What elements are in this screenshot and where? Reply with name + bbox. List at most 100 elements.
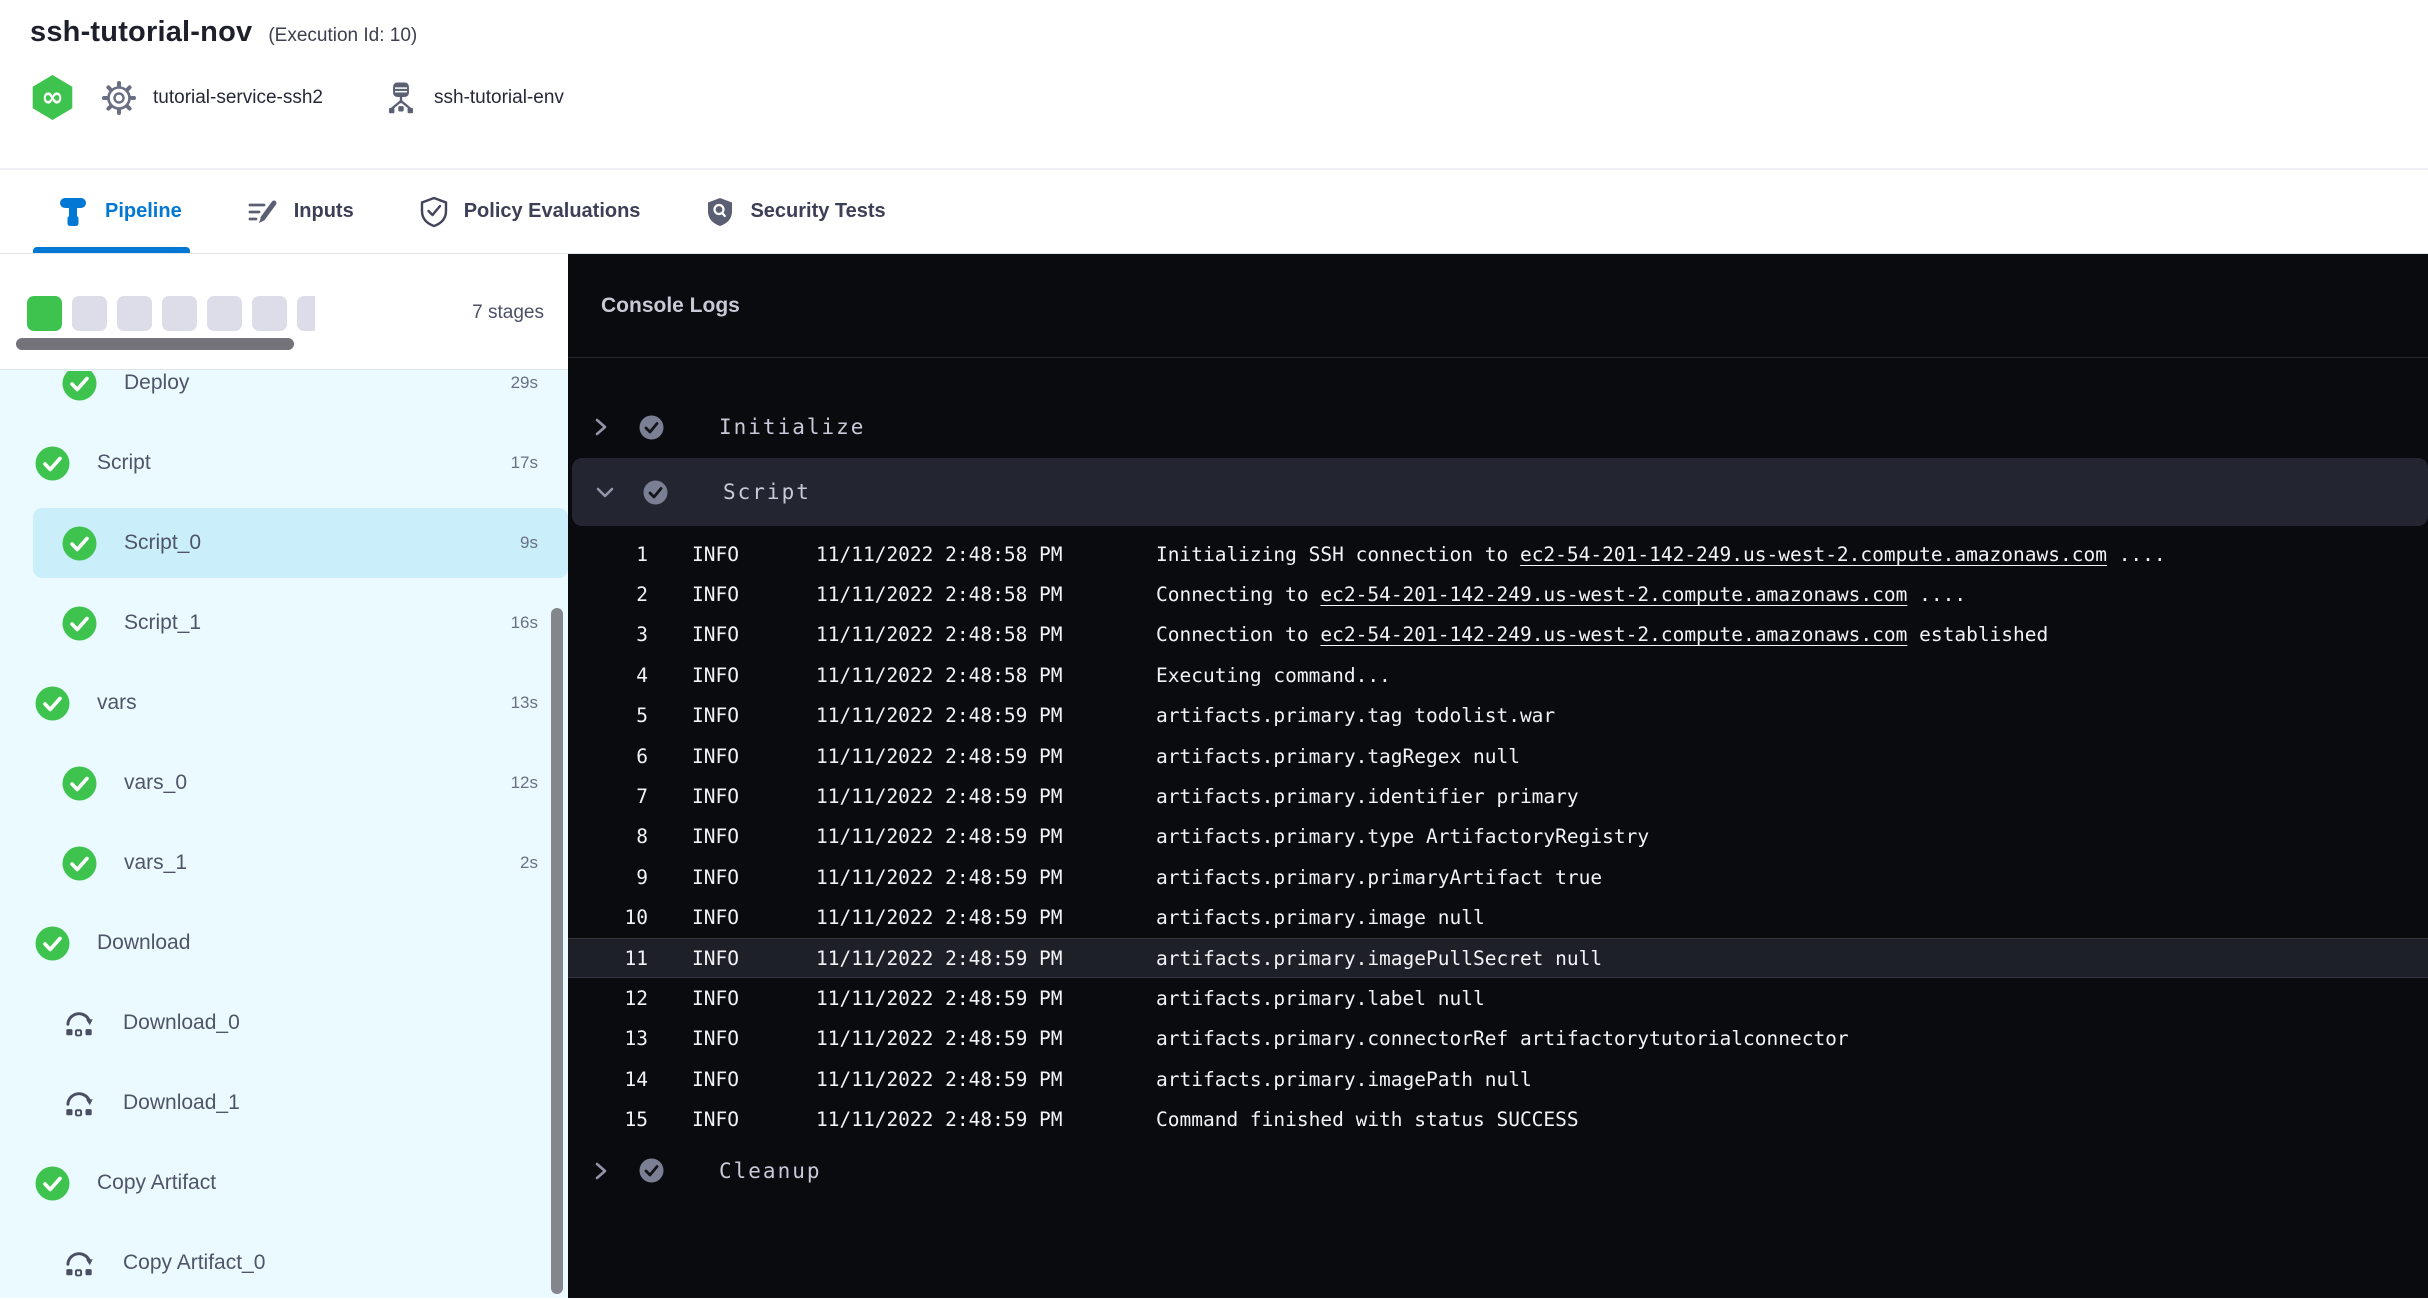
environment-name[interactable]: ssh-tutorial-env — [434, 87, 564, 109]
log-line-7[interactable]: 7INFO11/11/2022 2:48:59 PMartifacts.prim… — [568, 776, 2428, 816]
inputs-icon — [246, 196, 280, 228]
vertical-scrollbar[interactable] — [551, 608, 563, 1294]
stage-row-vars_0[interactable]: vars_012s — [0, 743, 568, 823]
section-label: Script — [723, 480, 811, 504]
tab-pipeline[interactable]: Pipeline — [55, 170, 182, 253]
log-text: Executing command... — [1156, 664, 1391, 687]
chevron-right-icon[interactable] — [588, 416, 614, 438]
log-line-11[interactable]: 11INFO11/11/2022 2:48:59 PMartifacts.pri… — [568, 938, 2428, 978]
stage-row-download[interactable]: Download — [0, 903, 568, 983]
cd-module-icon: ∞ — [30, 75, 75, 120]
stage-row-vars_1[interactable]: vars_12s — [0, 823, 568, 903]
log-section-initialize[interactable]: Initialize — [568, 396, 2428, 458]
stage-row-copy-artifact[interactable]: Copy Artifact — [0, 1143, 568, 1223]
log-level: INFO — [692, 583, 752, 606]
log-level: INFO — [692, 987, 752, 1010]
log-text: artifacts.primary.label null — [1156, 987, 1485, 1010]
stage-square-pending[interactable] — [297, 296, 315, 331]
log-timestamp: 11/11/2022 2:48:59 PM — [816, 906, 1112, 929]
log-text: artifacts.primary.type ArtifactoryRegist… — [1156, 825, 1649, 848]
log-line-4[interactable]: 4INFO11/11/2022 2:48:58 PMExecuting comm… — [568, 655, 2428, 695]
stage-label: Script — [97, 451, 151, 475]
log-message: Connecting to ec2-54-201-142-249.us-west… — [1156, 583, 1966, 606]
stage-square-pending[interactable] — [162, 296, 197, 331]
stage-duration: 13s — [511, 693, 538, 713]
log-line-6[interactable]: 6INFO11/11/2022 2:48:59 PMartifacts.prim… — [568, 736, 2428, 776]
log-line-10[interactable]: 10INFO11/11/2022 2:48:59 PMartifacts.pri… — [568, 898, 2428, 938]
stage-row-script_0[interactable]: Script_09s — [0, 503, 568, 583]
log-timestamp: 11/11/2022 2:48:59 PM — [816, 704, 1112, 727]
log-text: artifacts.primary.tag todolist.war — [1156, 704, 1555, 727]
stage-progress-squares — [27, 296, 315, 332]
log-level: INFO — [692, 745, 752, 768]
stage-square-pending[interactable] — [252, 296, 287, 331]
stage-row-copy-artifact_0[interactable]: Copy Artifact_0 — [0, 1223, 568, 1298]
log-section-cleanup[interactable]: Cleanup — [568, 1140, 2428, 1202]
log-timestamp: 11/11/2022 2:48:58 PM — [816, 543, 1112, 566]
log-text: artifacts.primary.imagePath null — [1156, 1068, 1532, 1091]
stages-count-label: 7 stages — [472, 302, 544, 324]
log-timestamp: 11/11/2022 2:48:59 PM — [816, 825, 1112, 848]
log-line-number: 9 — [568, 866, 648, 889]
log-line-8[interactable]: 8INFO11/11/2022 2:48:59 PMartifacts.prim… — [568, 817, 2428, 857]
log-host-link[interactable]: ec2-54-201-142-249.us-west-2.compute.ama… — [1320, 623, 1907, 646]
stage-duration: 16s — [511, 613, 538, 633]
section-label: Initialize — [719, 415, 865, 439]
log-line-1[interactable]: 1INFO11/11/2022 2:48:58 PMInitializing S… — [568, 534, 2428, 574]
log-message: artifacts.primary.imagePullSecret null — [1156, 947, 1602, 970]
stage-square-done[interactable] — [27, 296, 62, 331]
stage-label: vars_1 — [124, 851, 187, 875]
section-label: Cleanup — [719, 1159, 822, 1183]
log-timestamp: 11/11/2022 2:48:58 PM — [816, 583, 1112, 606]
environment-icon — [383, 80, 419, 116]
log-line-12[interactable]: 12INFO11/11/2022 2:48:59 PMartifacts.pri… — [568, 978, 2428, 1018]
loop-strategy-icon — [62, 1247, 96, 1279]
log-line-14[interactable]: 14INFO11/11/2022 2:48:59 PMartifacts.pri… — [568, 1059, 2428, 1099]
log-section-script[interactable]: Script — [572, 458, 2428, 526]
log-message: Executing command... — [1156, 664, 1391, 687]
stage-row-script[interactable]: Script17s — [0, 423, 568, 503]
stage-list: Deploy29sScript17sScript_09sScript_116sv… — [0, 371, 568, 1298]
chevron-down-icon[interactable] — [592, 482, 618, 502]
stage-label: Download_1 — [123, 1091, 240, 1115]
stage-square-pending[interactable] — [207, 296, 242, 331]
log-line-15[interactable]: 15INFO11/11/2022 2:48:59 PMCommand finis… — [568, 1099, 2428, 1139]
log-line-3[interactable]: 3INFO11/11/2022 2:48:58 PMConnection to … — [568, 615, 2428, 655]
log-text: artifacts.primary.primaryArtifact true — [1156, 866, 1602, 889]
tab-inputs[interactable]: Inputs — [246, 170, 354, 253]
stage-square-pending[interactable] — [72, 296, 107, 331]
tab-label: Policy Evaluations — [464, 200, 641, 223]
tab-policy-evaluations[interactable]: Policy Evaluations — [418, 170, 641, 253]
stage-square-pending[interactable] — [117, 296, 152, 331]
stage-row-download_1[interactable]: Download_1 — [0, 1063, 568, 1143]
loop-strategy-icon — [62, 1007, 96, 1039]
chevron-right-icon[interactable] — [588, 1160, 614, 1182]
execution-id-label: (Execution Id: 10) — [268, 25, 417, 47]
log-timestamp: 11/11/2022 2:48:58 PM — [816, 664, 1112, 687]
log-line-2[interactable]: 2INFO11/11/2022 2:48:58 PMConnecting to … — [568, 574, 2428, 614]
log-message: artifacts.primary.connectorRef artifacto… — [1156, 1027, 1849, 1050]
stage-row-deploy[interactable]: Deploy29s — [0, 371, 568, 423]
log-line-13[interactable]: 13INFO11/11/2022 2:48:59 PMartifacts.pri… — [568, 1019, 2428, 1059]
stage-row-vars[interactable]: vars13s — [0, 663, 568, 743]
log-timestamp: 11/11/2022 2:48:59 PM — [816, 947, 1112, 970]
horizontal-scrollbar[interactable] — [16, 338, 294, 350]
console-panel: Console Logs Initialize Script 1INFO11/1… — [568, 254, 2428, 1298]
tab-security-tests[interactable]: Security Tests — [704, 170, 885, 253]
stage-duration: 12s — [511, 773, 538, 793]
page-title: ssh-tutorial-nov — [30, 16, 252, 49]
log-host-link[interactable]: ec2-54-201-142-249.us-west-2.compute.ama… — [1320, 583, 1907, 606]
log-message: artifacts.primary.primaryArtifact true — [1156, 866, 1602, 889]
stage-row-script_1[interactable]: Script_116s — [0, 583, 568, 663]
stage-progress-panel: 7 stages — [0, 254, 568, 370]
log-host-link[interactable]: ec2-54-201-142-249.us-west-2.compute.ama… — [1520, 543, 2107, 566]
success-check-icon — [638, 414, 665, 441]
stage-row-download_0[interactable]: Download_0 — [0, 983, 568, 1063]
log-line-9[interactable]: 9INFO11/11/2022 2:48:59 PMartifacts.prim… — [568, 857, 2428, 897]
success-check-icon — [62, 606, 97, 641]
service-name[interactable]: tutorial-service-ssh2 — [153, 87, 323, 109]
log-line-number: 7 — [568, 785, 648, 808]
log-line-5[interactable]: 5INFO11/11/2022 2:48:59 PMartifacts.prim… — [568, 696, 2428, 736]
log-level: INFO — [692, 1108, 752, 1131]
stage-duration: 29s — [511, 373, 538, 393]
